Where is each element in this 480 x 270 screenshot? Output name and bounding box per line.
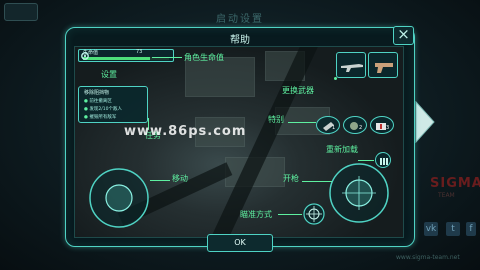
brand-url: www.sigma-team.net: [396, 254, 460, 261]
leader-line: [152, 57, 182, 58]
item-count: 1: [332, 125, 336, 131]
medkit-icon: [376, 123, 386, 130]
dialog-title: 帮助: [230, 35, 250, 46]
mission-item: ● 发现2/10个敌人: [84, 107, 122, 112]
leader-line: [358, 160, 374, 161]
leader-dot: [334, 77, 337, 80]
leader-line: [288, 122, 316, 123]
background-title: 启动设置: [216, 14, 264, 25]
close-button[interactable]: ×: [393, 26, 414, 45]
label-health: 角色生命值: [184, 53, 224, 62]
primary-weapon-slot[interactable]: [336, 52, 366, 78]
label-move: 移动: [172, 174, 188, 183]
mission-item: ● 前往撤离区: [84, 99, 112, 104]
facebook-icon[interactable]: f: [466, 222, 476, 236]
next-page-arrow-icon[interactable]: [414, 100, 436, 144]
mission-item: ● 摧毁所有敌军: [84, 115, 117, 120]
brand-logo-subtext: TEAM: [438, 192, 455, 199]
leader-line: [302, 181, 332, 182]
special-item-slot[interactable]: 2: [343, 116, 367, 134]
mission-panel[interactable]: 移除阻挡物 ● 前往撤离区 ● 发现2/10个敌人 ● 摧毁所有敌军: [78, 86, 148, 123]
ammo-icon: [323, 122, 334, 131]
health-bar-fill: [83, 57, 151, 60]
watermark-text: www.86ps.com: [124, 124, 247, 139]
label-special: 特别: [268, 115, 284, 124]
label-settings: 设置: [101, 70, 117, 79]
grenade-icon: [350, 122, 358, 130]
special-item-slot[interactable]: 3: [370, 116, 394, 134]
fire-joystick[interactable]: [328, 162, 390, 224]
ok-button[interactable]: OK: [207, 234, 273, 252]
secondary-weapon-slot[interactable]: [368, 52, 398, 78]
item-count: 3: [386, 125, 390, 131]
pistol-icon: [375, 63, 393, 73]
gear-icon[interactable]: [80, 51, 90, 61]
rifle-icon: [341, 64, 363, 72]
aim-mode-button[interactable]: [303, 203, 325, 225]
label-reload: 重新加载: [326, 145, 358, 154]
health-value: 73: [136, 49, 143, 55]
label-switch-weapon: 更换武器: [282, 86, 314, 95]
mission-title: 移除阻挡物: [84, 90, 110, 96]
special-item-slot[interactable]: 1: [316, 116, 340, 134]
map-building: [185, 57, 255, 97]
health-panel: 生命值 73: [78, 49, 174, 62]
label-aim: 瞄准方式: [240, 210, 272, 219]
brand-logo-text: SIGMA: [430, 176, 480, 191]
label-fire: 开枪: [283, 174, 299, 183]
twitter-icon[interactable]: t: [446, 222, 460, 236]
item-count: 2: [359, 125, 363, 131]
move-joystick[interactable]: [88, 167, 150, 229]
leader-line: [150, 180, 170, 181]
leader-line: [278, 214, 302, 215]
vk-icon[interactable]: vk: [424, 222, 438, 236]
